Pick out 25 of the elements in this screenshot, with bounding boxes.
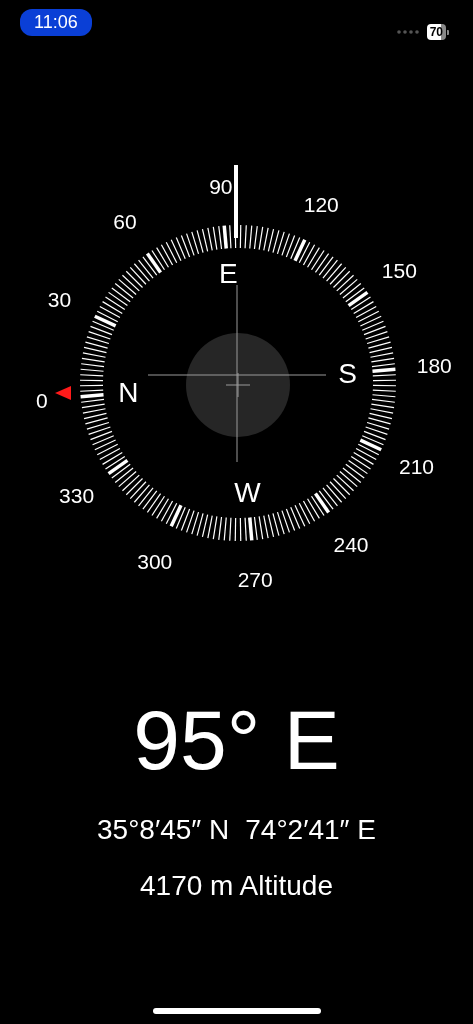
heading-reading: 95° E: [133, 693, 340, 787]
home-indicator[interactable]: [152, 1008, 321, 1014]
battery-icon: 70: [426, 24, 446, 40]
degree-label: 240: [333, 532, 369, 556]
cardinal-label: S: [338, 357, 357, 389]
latitude: 35°8′45″ N: [97, 814, 230, 846]
altitude-reading: 4170 m Altitude: [140, 870, 333, 901]
degree-label: 210: [399, 454, 435, 478]
north-pointer-icon: [55, 386, 71, 400]
degree-label: 0: [35, 388, 48, 412]
degree-label: 90: [209, 175, 233, 199]
degree-label: 330: [59, 484, 95, 508]
degree-label: 30: [47, 288, 72, 312]
degree-label: 60: [113, 210, 137, 234]
signal-icon: [396, 30, 419, 34]
status-time: 11:06: [20, 8, 92, 36]
longitude: 74°2′41″ E: [245, 814, 376, 846]
cardinal-label: E: [219, 257, 238, 289]
cardinal-label: W: [234, 477, 261, 509]
degree-label: 150: [381, 258, 417, 282]
cardinal-label: N: [118, 377, 139, 409]
degree-label: 300: [137, 550, 173, 574]
degree-label: 180: [416, 354, 452, 378]
degree-label: 270: [237, 567, 273, 591]
degree-label: 120: [303, 192, 339, 216]
